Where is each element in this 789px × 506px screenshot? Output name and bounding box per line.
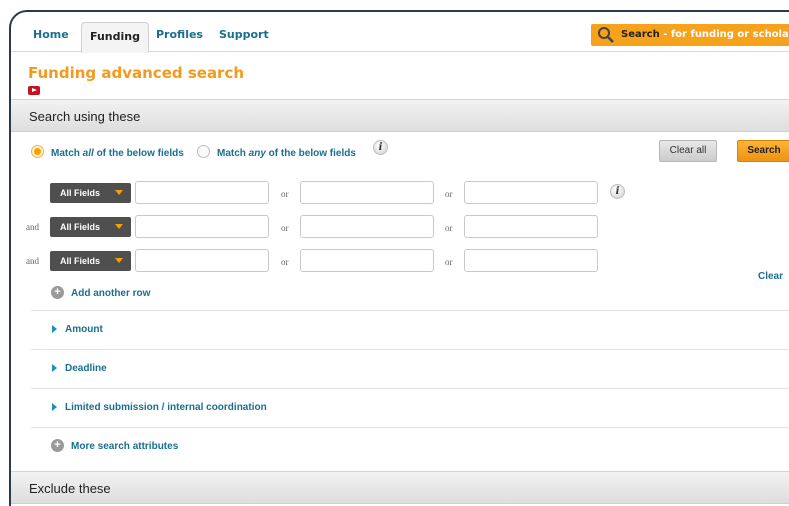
search-term-input[interactable] (300, 249, 434, 272)
match-any-label[interactable]: Match any of the below fields (217, 148, 356, 159)
page-title: Funding advanced search (28, 64, 245, 82)
field-dropdown[interactable]: All Fields (50, 251, 131, 271)
exclude-section-header: Exclude these (11, 471, 789, 504)
limited-submission-expander[interactable]: Limited submission / internal coordinati… (52, 402, 267, 413)
search-term-input[interactable] (135, 181, 269, 204)
search-term-input[interactable] (300, 181, 434, 204)
or-label: or (445, 223, 453, 233)
field-info-icon[interactable]: i (610, 184, 625, 199)
divider (31, 427, 789, 428)
tab-support[interactable]: Support (219, 28, 269, 41)
global-search-button[interactable]: Search - for funding or scholars (591, 24, 789, 46)
match-info-icon[interactable]: i (373, 140, 388, 155)
or-label: or (445, 257, 453, 267)
or-label: or (281, 257, 289, 267)
tab-home[interactable]: Home (33, 28, 69, 41)
search-row: and All Fields or or (11, 215, 789, 239)
plus-circle-icon[interactable]: + (51, 439, 64, 452)
divider (31, 310, 789, 311)
tab-funding[interactable]: Funding (81, 22, 149, 53)
triangle-right-icon (52, 325, 57, 333)
search-term-input[interactable] (464, 249, 598, 272)
global-search-hint: - for funding or scholars (659, 29, 789, 40)
global-search-label: Search (621, 29, 660, 40)
chevron-down-icon (115, 190, 123, 195)
amount-expander[interactable]: Amount (52, 324, 103, 335)
or-label: or (281, 189, 289, 199)
search-term-input[interactable] (464, 181, 598, 204)
search-button[interactable]: Search (737, 140, 789, 162)
search-term-input[interactable] (135, 215, 269, 238)
deadline-expander[interactable]: Deadline (52, 363, 107, 374)
magnifier-icon (598, 27, 614, 43)
top-nav: Home Funding Profiles Support Search - f… (11, 12, 789, 53)
triangle-right-icon (52, 364, 57, 372)
search-term-input[interactable] (300, 215, 434, 238)
more-search-attributes-link[interactable]: More search attributes (71, 441, 178, 452)
row-conjunction: and (26, 256, 39, 266)
triangle-right-icon (52, 403, 57, 411)
divider (31, 388, 789, 389)
search-row: and All Fields or or (11, 249, 789, 273)
chevron-down-icon (115, 224, 123, 229)
field-dropdown[interactable]: All Fields (50, 217, 131, 237)
add-row-link[interactable]: Add another row (71, 288, 150, 299)
or-label: or (445, 189, 453, 199)
field-dropdown[interactable]: All Fields (50, 183, 131, 203)
search-term-input[interactable] (135, 249, 269, 272)
or-label: or (281, 223, 289, 233)
row-conjunction: and (26, 222, 39, 232)
chevron-down-icon (115, 258, 123, 263)
match-any-radio[interactable] (197, 145, 210, 158)
video-icon[interactable] (28, 86, 40, 95)
match-all-label[interactable]: Match all of the below fields (51, 148, 184, 159)
search-term-input[interactable] (464, 215, 598, 238)
clear-rows-link[interactable]: Clear (758, 271, 783, 282)
search-row: All Fields or or i (11, 181, 789, 205)
tab-profiles[interactable]: Profiles (156, 28, 203, 41)
search-section-header: Search using these (11, 99, 789, 132)
page-frame: Home Funding Profiles Support Search - f… (9, 10, 789, 506)
match-all-radio[interactable] (31, 145, 44, 158)
plus-circle-icon[interactable]: + (51, 286, 64, 299)
clear-all-button[interactable]: Clear all (659, 140, 717, 162)
divider (31, 349, 789, 350)
